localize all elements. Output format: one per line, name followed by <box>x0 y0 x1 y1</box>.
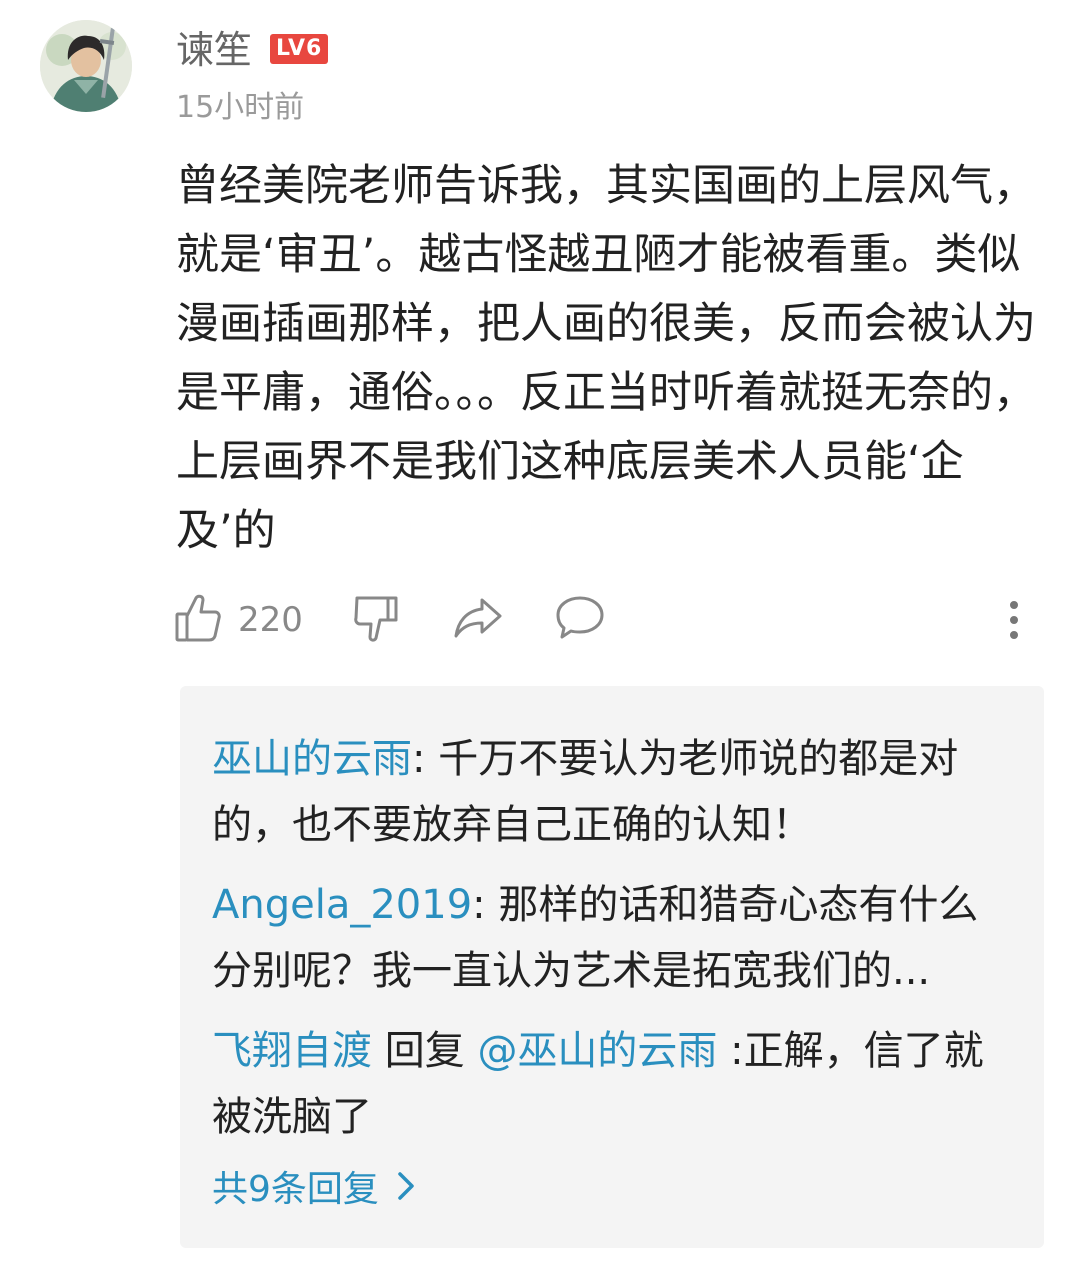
reply-mention[interactable]: @巫山的云雨 <box>477 1028 717 1074</box>
more-vertical-icon[interactable] <box>1000 600 1028 640</box>
reply-author[interactable]: Angela_2019 <box>212 882 472 928</box>
comment-actions: 220 <box>174 592 1044 652</box>
reply-separator: : <box>472 882 499 928</box>
thumbs-up-icon[interactable] <box>174 592 224 648</box>
view-all-replies-label: 共9条回复 <box>212 1169 379 1210</box>
view-all-replies-link[interactable]: 共9条回复 <box>212 1166 415 1215</box>
reply-author[interactable]: 巫山的云雨 <box>212 736 412 782</box>
chevron-right-icon <box>397 1167 415 1215</box>
like-count: 220 <box>238 600 303 640</box>
reply-author[interactable]: 飞翔自渡 <box>212 1028 372 1074</box>
level-badge: LV6 <box>270 34 329 64</box>
username[interactable]: 谏笙 <box>176 26 252 74</box>
reply-word: 回复 <box>372 1028 478 1074</box>
reply-item[interactable]: Angela_2019: 那样的话和猎奇心态有什么分别呢？我一直认为艺术是拓宽我… <box>212 872 1012 1004</box>
avatar-image <box>40 20 132 112</box>
reply-item[interactable]: 巫山的云雨: 千万不要认为老师说的都是对的，也不要放弃自己正确的认知！ <box>212 726 1012 858</box>
replies-panel: 巫山的云雨: 千万不要认为老师说的都是对的，也不要放弃自己正确的认知！ Ange… <box>180 686 1044 1248</box>
share-icon[interactable] <box>452 592 502 648</box>
thumbs-down-icon[interactable] <box>352 592 402 648</box>
reply-separator: : <box>717 1028 744 1074</box>
comment-text: 曾经美院老师告诉我，其实国画的上层风气，就是‘审丑’。越古怪越丑陋才能被看重。类… <box>176 161 1036 556</box>
avatar[interactable] <box>40 20 132 112</box>
reply-item[interactable]: 飞翔自渡 回复 @巫山的云雨 :正解，信了就被洗脑了 <box>212 1018 1012 1150</box>
timestamp: 15小时前 <box>176 90 305 125</box>
reply-separator: : <box>412 736 439 782</box>
comment-icon[interactable] <box>554 592 604 648</box>
